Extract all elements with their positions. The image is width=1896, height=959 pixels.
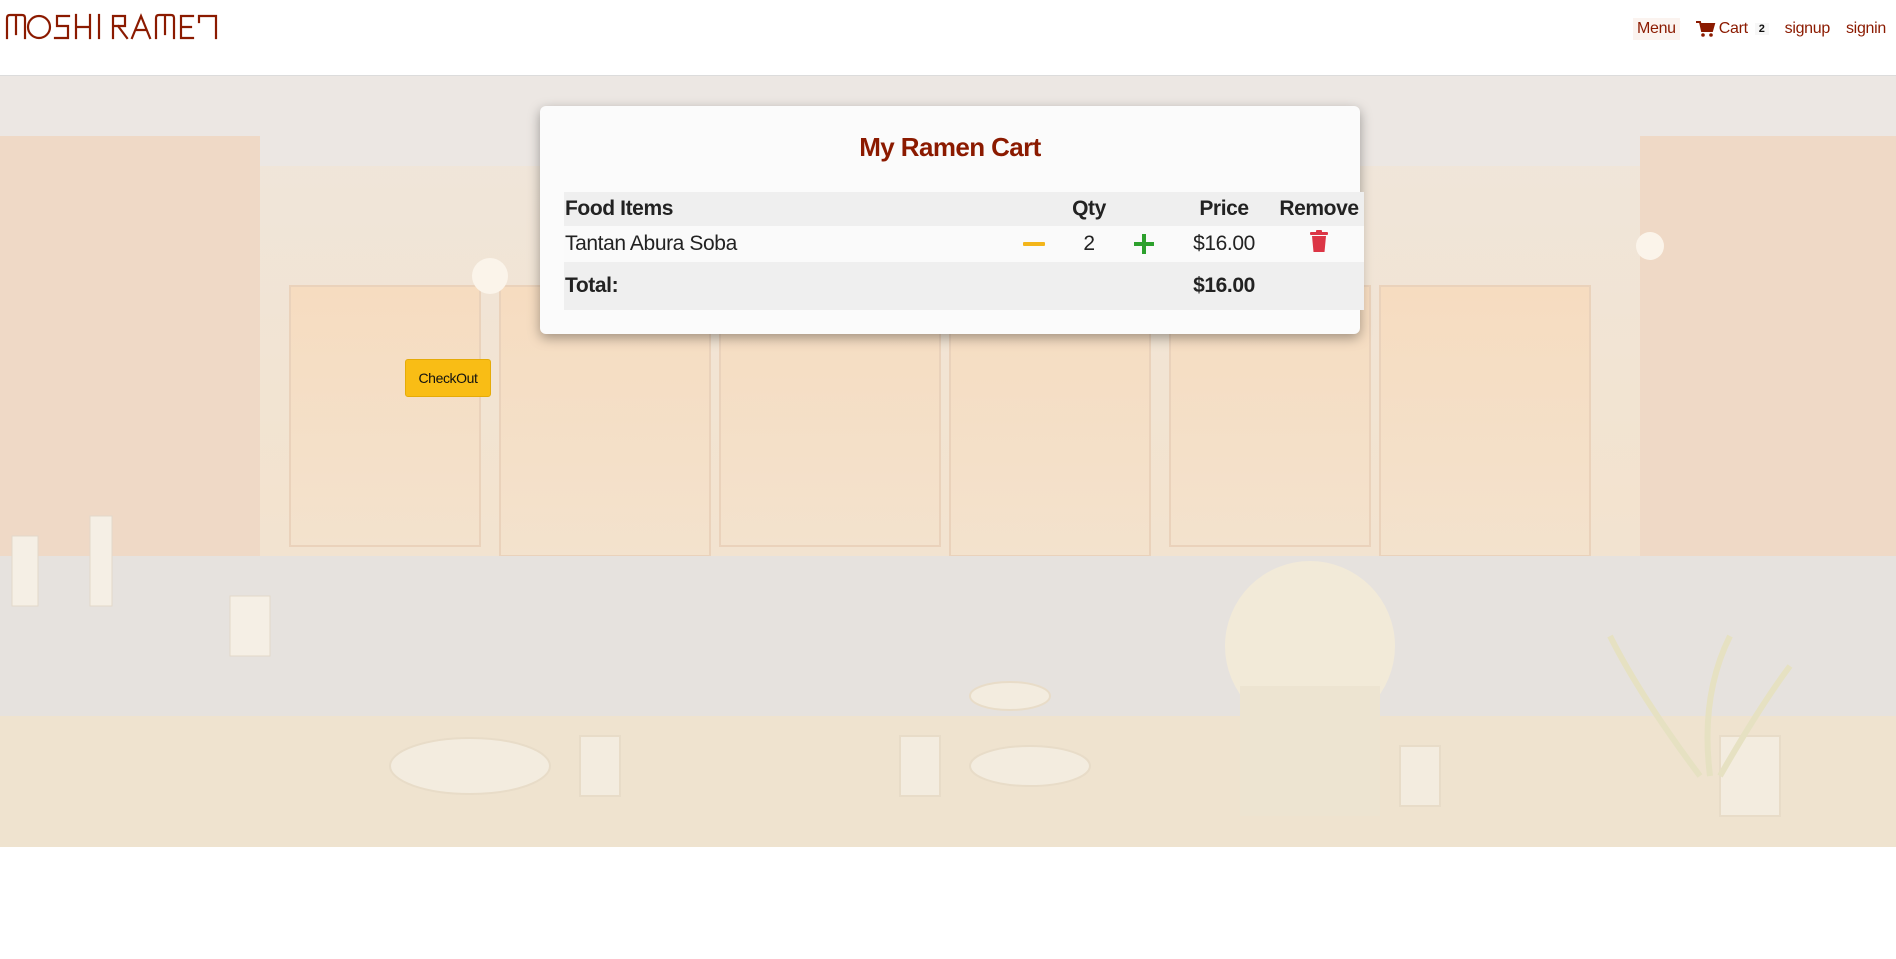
cart-icon bbox=[1695, 21, 1716, 37]
header-price: Price bbox=[1199, 197, 1249, 220]
item-price: $16.00 bbox=[1193, 232, 1255, 255]
total-label: Total: bbox=[565, 274, 619, 297]
nav-cart-link[interactable]: Cart 2 bbox=[1695, 20, 1769, 38]
nav-signup-link[interactable]: signup bbox=[1785, 20, 1831, 38]
nav-signin-link[interactable]: signin bbox=[1846, 20, 1886, 38]
item-qty: 2 bbox=[1083, 232, 1095, 255]
cart-card: My Ramen Cart Food Items Qty Price Remov… bbox=[540, 106, 1364, 334]
trash-icon[interactable] bbox=[1310, 230, 1328, 258]
cart-label: Cart bbox=[1718, 20, 1748, 37]
plus-icon[interactable] bbox=[1134, 234, 1154, 255]
cart-item-row: Tantan Abura Soba 2 $16.00 bbox=[564, 226, 1364, 262]
item-name: Tantan Abura Soba bbox=[565, 232, 737, 255]
brand-logo[interactable] bbox=[5, 12, 219, 42]
cart-total-row: Total: $16.00 bbox=[564, 262, 1364, 310]
checkout-button[interactable]: CheckOut bbox=[405, 359, 491, 397]
cart-table-header: Food Items Qty Price Remove bbox=[564, 192, 1364, 226]
header-remove: Remove bbox=[1279, 197, 1359, 220]
minus-icon[interactable] bbox=[1023, 242, 1045, 247]
cart-title: My Ramen Cart bbox=[859, 132, 1041, 162]
header-qty: Qty bbox=[1072, 197, 1106, 220]
cart-count-badge: 2 bbox=[1754, 23, 1769, 35]
header-food-items: Food Items bbox=[565, 197, 674, 220]
cart-table: Food Items Qty Price Remove Tantan Abura… bbox=[564, 192, 1364, 310]
nav-menu-link[interactable]: Menu bbox=[1632, 18, 1680, 40]
nav-links: Menu Cart 2 signup signin bbox=[1632, 18, 1886, 40]
navbar: Menu Cart 2 signup signin bbox=[0, 0, 1896, 76]
total-value: $16.00 bbox=[1193, 274, 1255, 297]
